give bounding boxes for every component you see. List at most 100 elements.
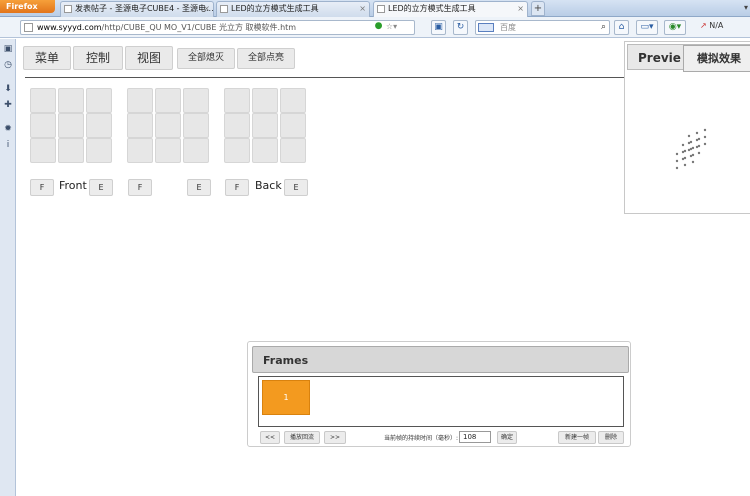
frames-header: Frames <box>252 346 629 373</box>
led-cell[interactable] <box>252 138 278 163</box>
screen-icon[interactable]: ▭▾ <box>636 20 658 35</box>
firefox-menu-button[interactable]: Firefox <box>0 0 55 13</box>
led-dot <box>683 163 687 167</box>
led-cell[interactable] <box>86 88 112 113</box>
led-cell[interactable] <box>280 88 306 113</box>
na-label: N/A <box>709 21 724 30</box>
simulation-tab[interactable]: 模拟效果 <box>683 45 750 72</box>
view-button[interactable]: 视图 <box>125 46 173 70</box>
led-cell[interactable] <box>252 113 278 138</box>
search-placeholder: 百度 <box>500 23 516 32</box>
led-cell[interactable] <box>183 138 209 163</box>
led-cell[interactable] <box>58 113 84 138</box>
layer2-f-button[interactable]: F <box>128 179 152 196</box>
frame-item[interactable]: 1 <box>262 380 310 415</box>
led-cell[interactable] <box>30 113 56 138</box>
globe-icon[interactable]: ◉▾ <box>664 20 686 35</box>
led-dot <box>675 152 679 156</box>
frames-panel: Frames 1 << 播放回流 >> 当前帧的持续时间（毫秒）: 108 确定… <box>247 341 631 447</box>
led-dot <box>675 166 679 170</box>
tab-label: 发表帖子 - 圣源电子CUBE4 - 圣源电... <box>75 4 214 13</box>
gear-icon[interactable]: ✹ <box>3 124 13 134</box>
history-icon[interactable]: ◷ <box>3 60 13 70</box>
led-cell[interactable] <box>224 138 250 163</box>
led-dot <box>687 134 691 138</box>
menu-button[interactable]: 菜单 <box>23 46 71 70</box>
layer3-f-button[interactable]: F <box>225 179 249 196</box>
url-bar[interactable]: www.syyyd.com/http/CUBE_QU MO_V1/CUBE 光立… <box>20 20 415 35</box>
search-icon[interactable]: ⌕ <box>601 21 606 34</box>
bookmark-star-icon[interactable]: ☆▾ <box>384 20 399 35</box>
control-button[interactable]: 控制 <box>73 46 123 70</box>
url-domain: www.syyyd.com <box>37 23 102 32</box>
close-icon[interactable]: × <box>517 2 524 16</box>
page-icon <box>64 5 72 13</box>
preview-title: Previe <box>638 51 681 65</box>
cube-preview-canvas <box>675 128 707 170</box>
tab-list-icon[interactable]: ▾ <box>744 3 748 12</box>
led-cell[interactable] <box>155 138 181 163</box>
led-dot <box>689 140 693 144</box>
search-input[interactable]: 百度 ⌕ <box>475 20 610 35</box>
led-cell[interactable] <box>183 88 209 113</box>
reload-icon[interactable]: ↻ <box>453 20 468 35</box>
addons-icon[interactable]: ✚ <box>3 100 13 110</box>
layer2-e-button[interactable]: E <box>187 179 211 196</box>
led-cell[interactable] <box>280 113 306 138</box>
tab-label: LED的立方模式生成工具 <box>388 4 476 13</box>
led-cell[interactable] <box>224 113 250 138</box>
bookmarks-icon[interactable]: ▣ <box>3 44 13 54</box>
layer1-e-button[interactable]: E <box>89 179 113 196</box>
new-tab-button[interactable]: + <box>531 1 545 16</box>
confirm-button[interactable]: 确定 <box>497 431 517 444</box>
close-icon[interactable]: × <box>359 2 366 16</box>
led-cell[interactable] <box>86 113 112 138</box>
led-cell[interactable] <box>127 88 153 113</box>
led-cell[interactable] <box>155 88 181 113</box>
na-indicator[interactable]: ↗ N/A <box>700 21 723 30</box>
info-icon[interactable]: i <box>3 140 13 150</box>
layer1-f-button[interactable]: F <box>30 179 54 196</box>
preview-header: Previe 模拟效果 <box>627 44 750 72</box>
all-on-button[interactable]: 全部点亮 <box>237 48 295 69</box>
led-cell[interactable] <box>58 88 84 113</box>
led-cell[interactable] <box>127 113 153 138</box>
browser-tab-active[interactable]: LED的立方模式生成工具 × <box>373 1 528 18</box>
led-cell[interactable] <box>58 138 84 163</box>
back-label: Back <box>255 179 282 192</box>
led-cell[interactable] <box>86 138 112 163</box>
tab-label: LED的立方模式生成工具 <box>231 4 319 13</box>
close-icon[interactable]: × <box>203 2 210 16</box>
led-dot <box>703 128 707 132</box>
page-icon <box>220 5 228 13</box>
home-icon[interactable]: ⌂ <box>614 20 629 35</box>
led-dot <box>697 137 701 141</box>
all-off-button[interactable]: 全部熄灭 <box>177 48 235 69</box>
led-cell[interactable] <box>127 138 153 163</box>
led-cell[interactable] <box>155 113 181 138</box>
frame-list[interactable]: 1 <box>258 376 624 427</box>
led-dot <box>683 156 687 160</box>
feed-icon[interactable]: ▣ <box>431 20 446 35</box>
new-frame-button[interactable]: 新建一帧 <box>558 431 596 444</box>
layer3-e-button[interactable]: E <box>284 179 308 196</box>
front-label: Front <box>59 179 87 192</box>
delete-frame-button[interactable]: 删除 <box>598 431 624 444</box>
led-cell[interactable] <box>30 88 56 113</box>
prev-frame-button[interactable]: << <box>260 431 280 444</box>
led-cell[interactable] <box>224 88 250 113</box>
led-cell[interactable] <box>30 138 56 163</box>
interval-input[interactable]: 108 <box>459 431 491 443</box>
stats-icon: ↗ <box>700 21 707 30</box>
download-icon[interactable]: ⬇ <box>3 84 13 94</box>
led-dot <box>675 159 679 163</box>
browser-tab[interactable]: LED的立方模式生成工具 × <box>216 1 370 17</box>
next-frame-button[interactable]: >> <box>324 431 346 444</box>
browser-tab[interactable]: 发表帖子 - 圣源电子CUBE4 - 圣源电... × <box>60 1 214 17</box>
interval-label: 当前帧的持续时间（毫秒）: <box>384 435 459 442</box>
search-engine-icon <box>478 23 494 32</box>
play-button[interactable]: 播放回流 <box>284 431 320 444</box>
led-cell[interactable] <box>183 113 209 138</box>
led-cell[interactable] <box>252 88 278 113</box>
led-cell[interactable] <box>280 138 306 163</box>
